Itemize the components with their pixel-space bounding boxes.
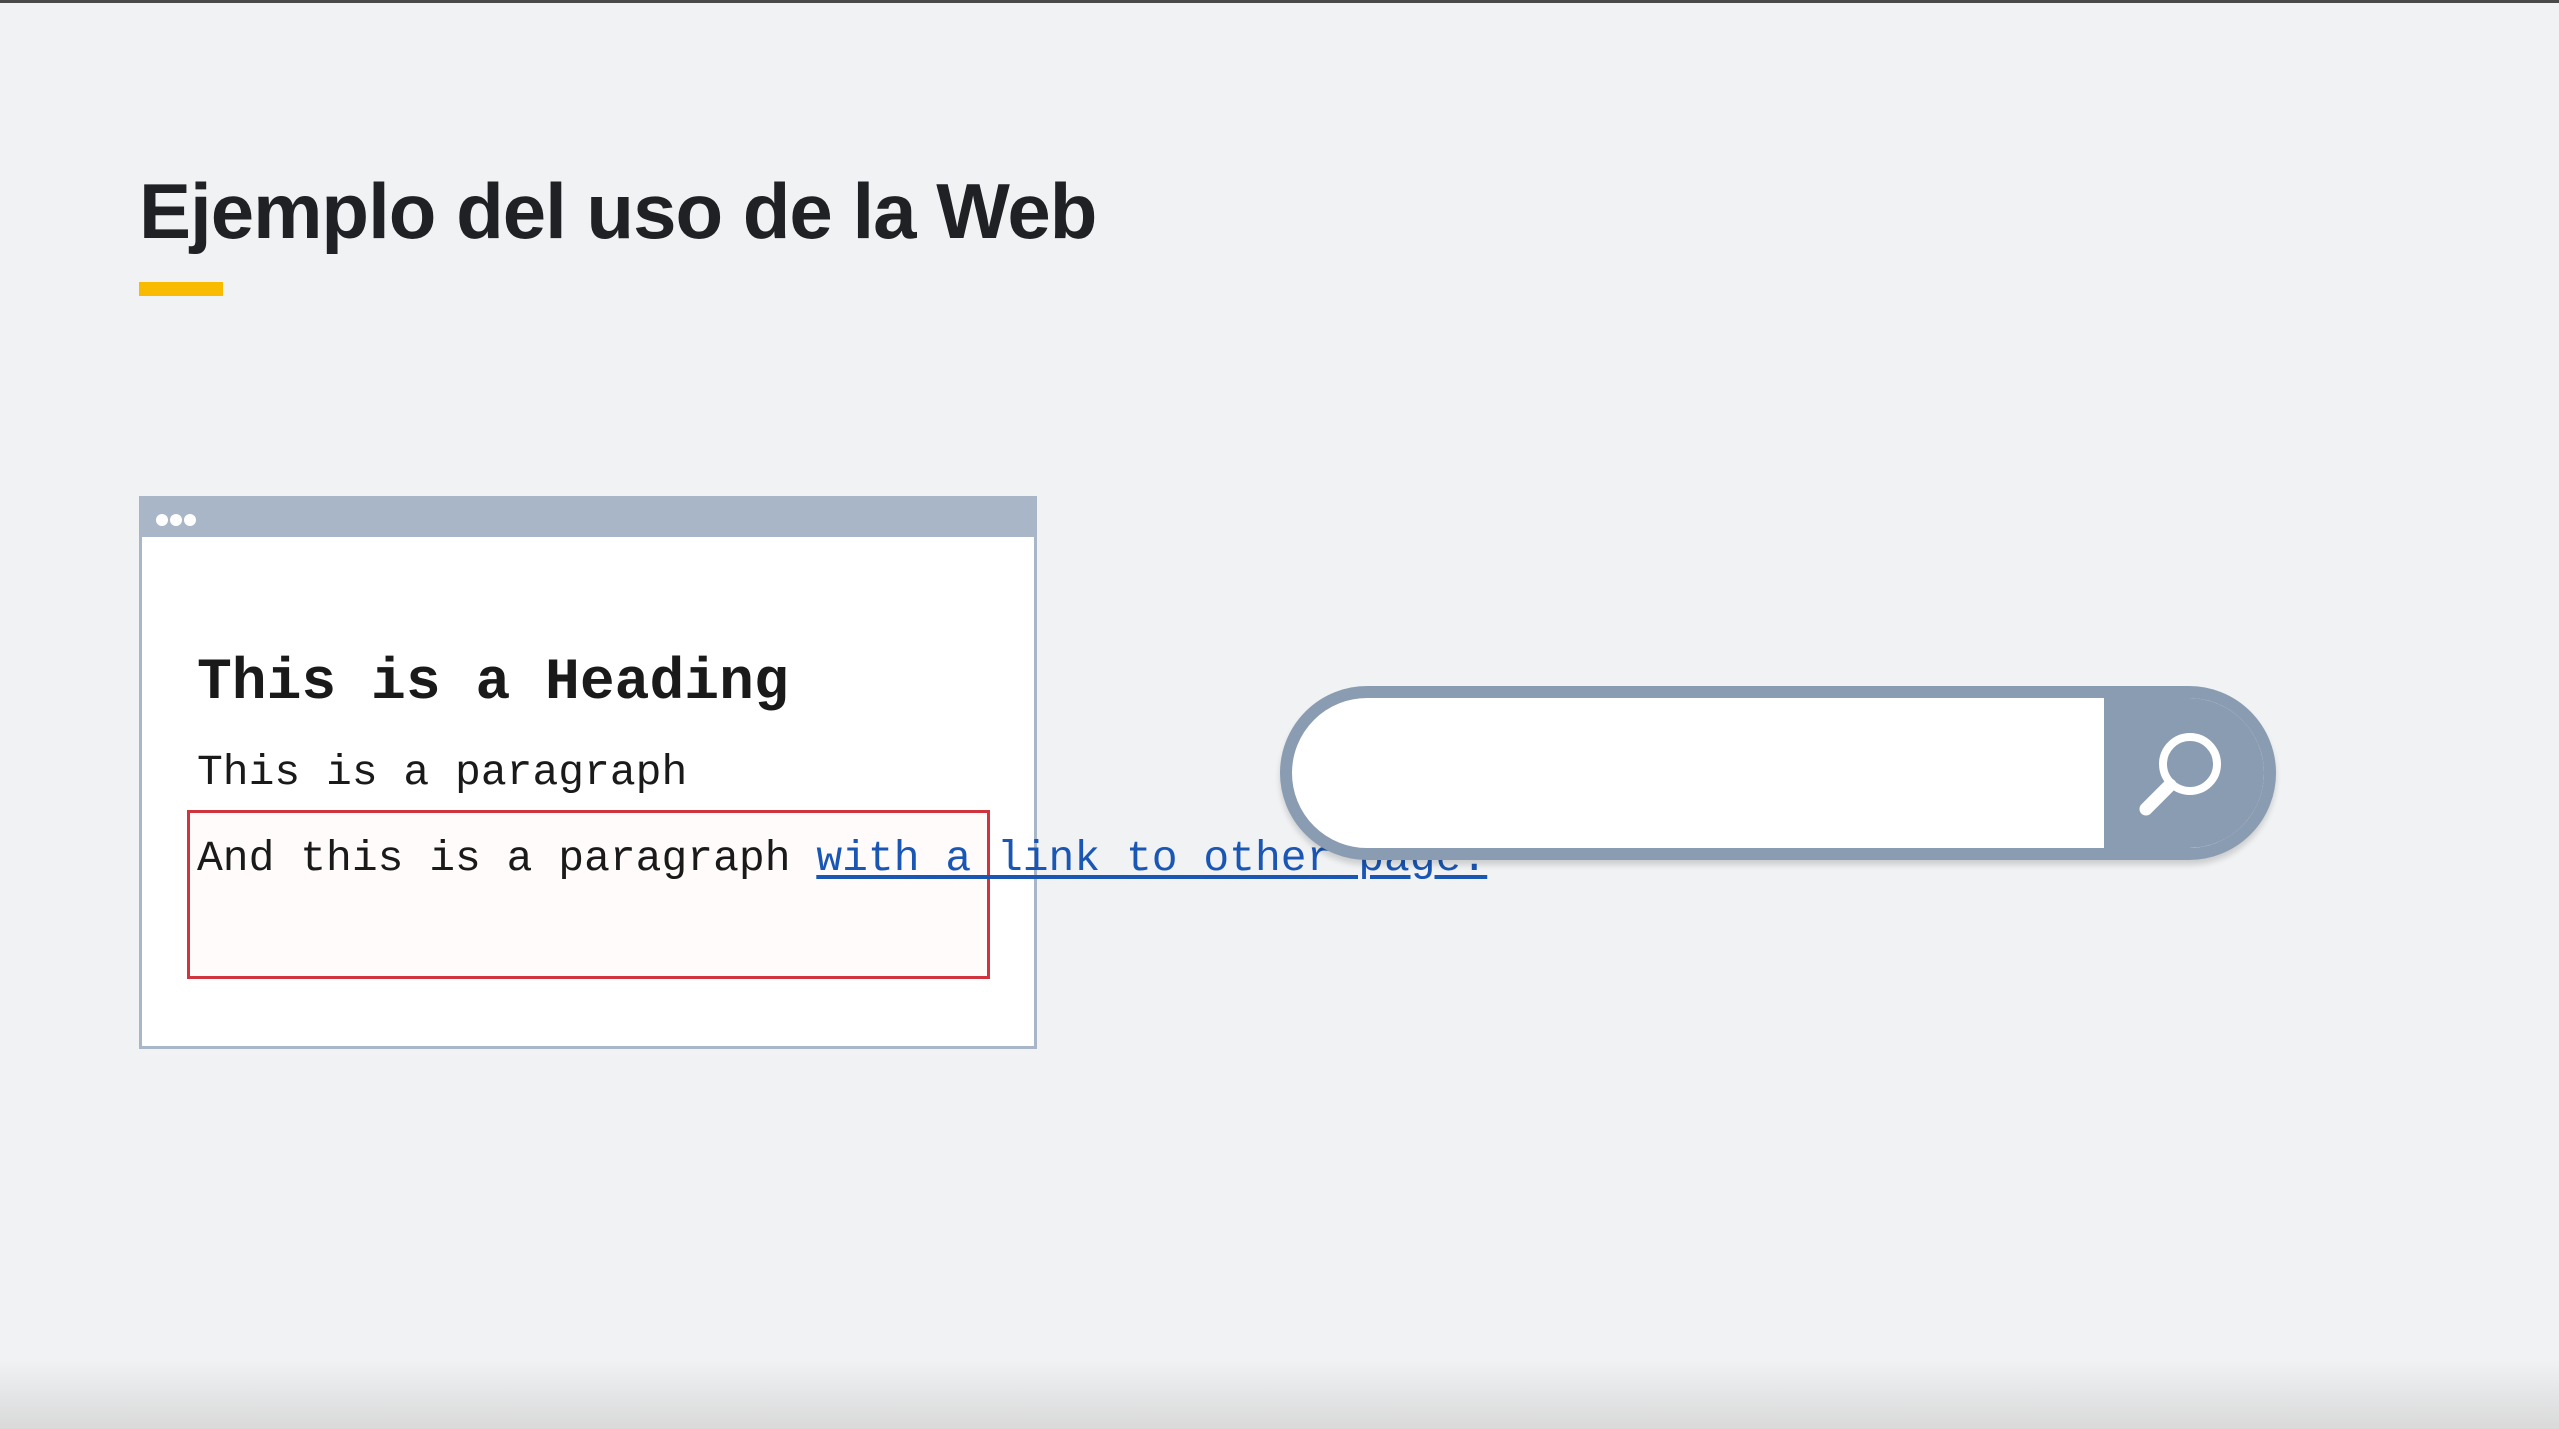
browser-titlebar [142,499,1034,537]
search-button[interactable] [2104,698,2264,848]
magnifier-icon [2139,733,2221,816]
bottom-fade [0,1359,2559,1429]
search-input[interactable] [1292,698,2112,848]
window-dot-icon [170,514,182,526]
link-paragraph-text: And this is a paragraph [197,834,817,883]
slide-title: Ejemplo del uso de la Web [139,167,1097,255]
search-bar [1280,686,2276,860]
window-dot-icon [184,514,196,526]
top-edge-line [0,0,2559,3]
page-heading: This is a Heading [197,651,789,716]
browser-window-mockup: This is a Heading This is a paragraph An… [139,496,1487,1049]
title-accent-bar [139,282,223,296]
window-dot-icon [156,514,168,526]
link-paragraph: And this is a paragraph with a link to o… [197,821,1487,897]
page-paragraph: This is a paragraph [197,748,688,797]
